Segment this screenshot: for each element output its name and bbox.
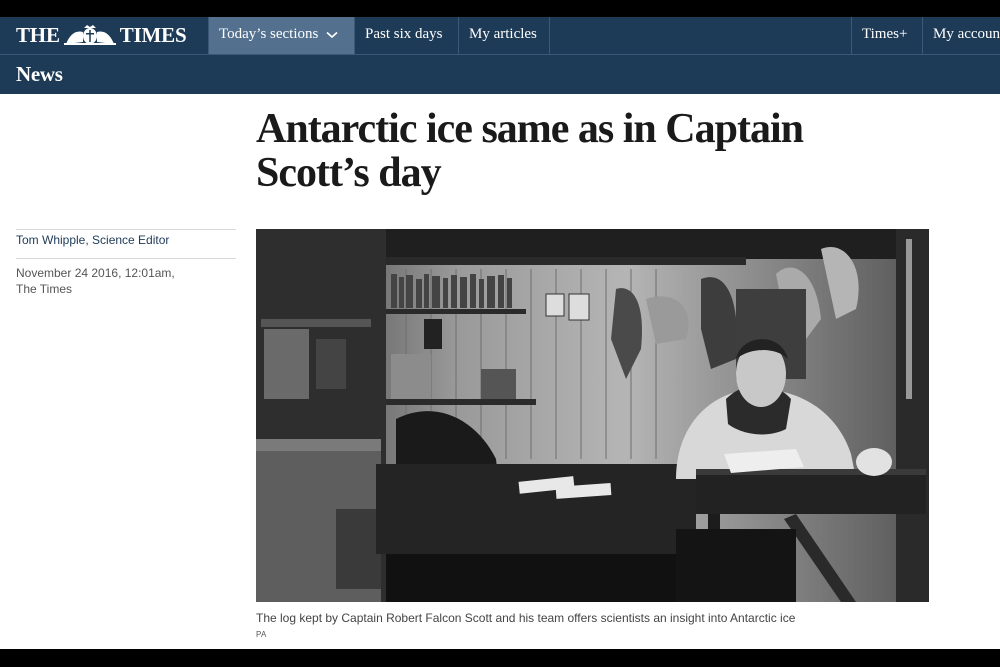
photo-credit: PA bbox=[256, 630, 267, 639]
nav-times-plus[interactable]: Times+ bbox=[851, 17, 922, 54]
logo-text-times: TIMES bbox=[119, 23, 187, 47]
chevron-down-icon bbox=[326, 31, 338, 38]
nav-past-six-days[interactable]: Past six days bbox=[354, 17, 458, 54]
royal-crest-icon bbox=[63, 25, 116, 45]
byline-divider-top bbox=[16, 229, 236, 230]
byline-divider-bottom bbox=[16, 258, 236, 259]
nav-my-account-label: My account bbox=[933, 26, 1000, 42]
masthead: THE TIMES Today’s sections Past six days… bbox=[0, 17, 1000, 55]
nav-my-account[interactable]: My account bbox=[922, 17, 1000, 54]
section-title[interactable]: News bbox=[16, 61, 63, 87]
article-date: November 24 2016, 12:01am, bbox=[16, 266, 175, 280]
article-publication: The Times bbox=[16, 282, 73, 296]
nav-my-articles-label: My articles bbox=[469, 26, 537, 42]
nav-past-six-days-label: Past six days bbox=[365, 26, 443, 42]
page: THE TIMES Today’s sections Past six days… bbox=[0, 17, 1000, 649]
nav-todays-sections-label: Today’s sections bbox=[219, 26, 319, 42]
nav-times-plus-label: Times+ bbox=[862, 26, 908, 42]
nav-todays-sections[interactable]: Today’s sections bbox=[208, 17, 354, 54]
nav-my-articles[interactable]: My articles bbox=[458, 17, 550, 54]
scott-hut-photo bbox=[256, 229, 929, 602]
article-photo[interactable] bbox=[256, 229, 929, 602]
article-dateline: November 24 2016, 12:01am, The Times bbox=[16, 265, 236, 297]
section-bar: News bbox=[0, 55, 1000, 94]
article-headline: Antarctic ice same as in Captain Scott’s… bbox=[256, 106, 804, 196]
logo-text-the: THE bbox=[16, 23, 60, 47]
photo-caption: The log kept by Captain Robert Falcon Sc… bbox=[256, 611, 796, 625]
article-author[interactable]: Tom Whipple, Science Editor bbox=[16, 233, 169, 247]
times-logo[interactable]: THE TIMES bbox=[16, 21, 187, 49]
